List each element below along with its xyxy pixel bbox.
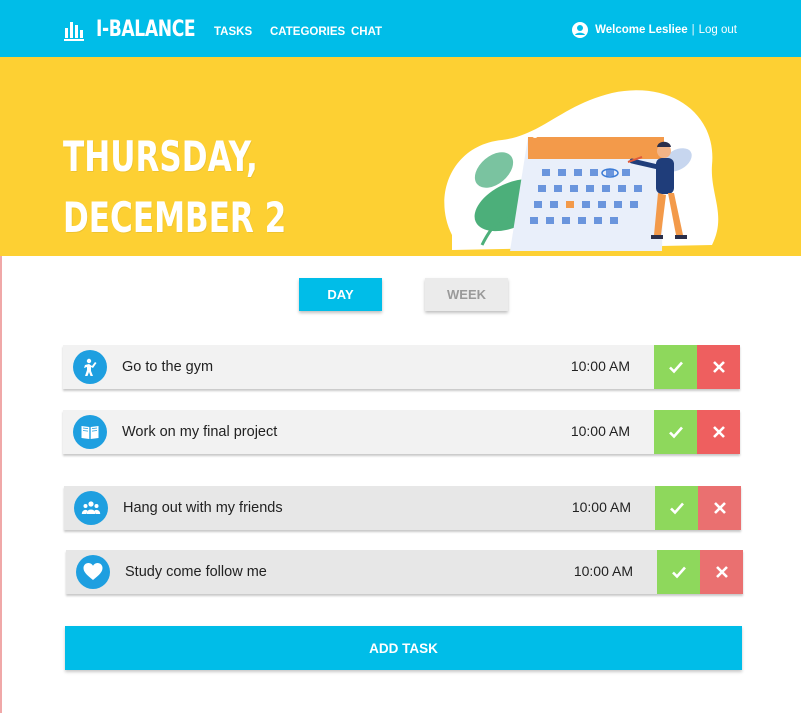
top-nav: I-BALANCE TASKS CATEGORIES CHAT Welcome … [0, 0, 801, 57]
delete-task-button[interactable] [697, 345, 740, 389]
day-view-button[interactable]: DAY [299, 278, 382, 311]
nav-separator: | [691, 24, 695, 36]
close-icon [715, 566, 728, 578]
nav-link-tasks[interactable]: TASKS [214, 26, 252, 38]
task-time: 10:00 AM [573, 563, 633, 579]
task-label: Study come follow me [125, 564, 267, 580]
book-icon [73, 415, 107, 449]
nav-link-chat[interactable]: CHAT [351, 26, 382, 38]
check-icon [671, 566, 686, 579]
complete-task-button[interactable] [654, 410, 697, 454]
task-row: Go to the gym 10:00 AM [63, 345, 740, 389]
task-row: Hang out with my friends 10:00 AM [64, 486, 741, 530]
close-icon [712, 361, 725, 373]
task-row: Work on my final project 10:00 AM [63, 410, 740, 454]
delete-task-button[interactable] [700, 550, 743, 594]
date-hero: THURSDAY, DECEMBER 2 [0, 57, 801, 256]
task-time: 10:00 AM [570, 358, 630, 374]
complete-task-button[interactable] [654, 345, 697, 389]
add-task-button[interactable]: ADD TASK [65, 626, 742, 670]
welcome-text: Welcome Lesliee [595, 24, 688, 36]
task-label: Go to the gym [122, 359, 214, 375]
task-label: Work on my final project [122, 424, 278, 440]
logout-link[interactable]: Log out [699, 24, 737, 36]
week-view-button[interactable]: WEEK [425, 278, 508, 311]
task-time: 10:00 AM [570, 423, 630, 439]
task-label: Hang out with my friends [123, 500, 283, 516]
exercise-icon [73, 350, 107, 384]
balance-logo-icon [64, 21, 84, 41]
task-time: 10:00 AM [571, 499, 631, 515]
app-name: I-BALANCE [96, 17, 196, 42]
check-icon [669, 502, 684, 515]
nav-link-categories[interactable]: CATEGORIES [270, 26, 345, 38]
complete-task-button[interactable] [655, 486, 698, 530]
close-icon [712, 426, 725, 438]
delete-task-button[interactable] [697, 410, 740, 454]
hero-date: DECEMBER 2 [63, 193, 287, 242]
user-avatar-icon [572, 22, 589, 38]
close-icon [713, 502, 726, 514]
group-icon [74, 491, 108, 525]
task-row: Study come follow me 10:00 AM [66, 550, 743, 594]
check-icon [668, 426, 683, 439]
heart-icon [76, 555, 110, 589]
app-logo[interactable]: I-BALANCE [64, 17, 223, 42]
user-area: Welcome Lesliee | Log out [572, 22, 737, 38]
delete-task-button[interactable] [698, 486, 741, 530]
complete-task-button[interactable] [657, 550, 700, 594]
hero-weekday: THURSDAY, [63, 132, 258, 181]
check-icon [668, 361, 683, 374]
calendar-illustration [444, 90, 719, 251]
